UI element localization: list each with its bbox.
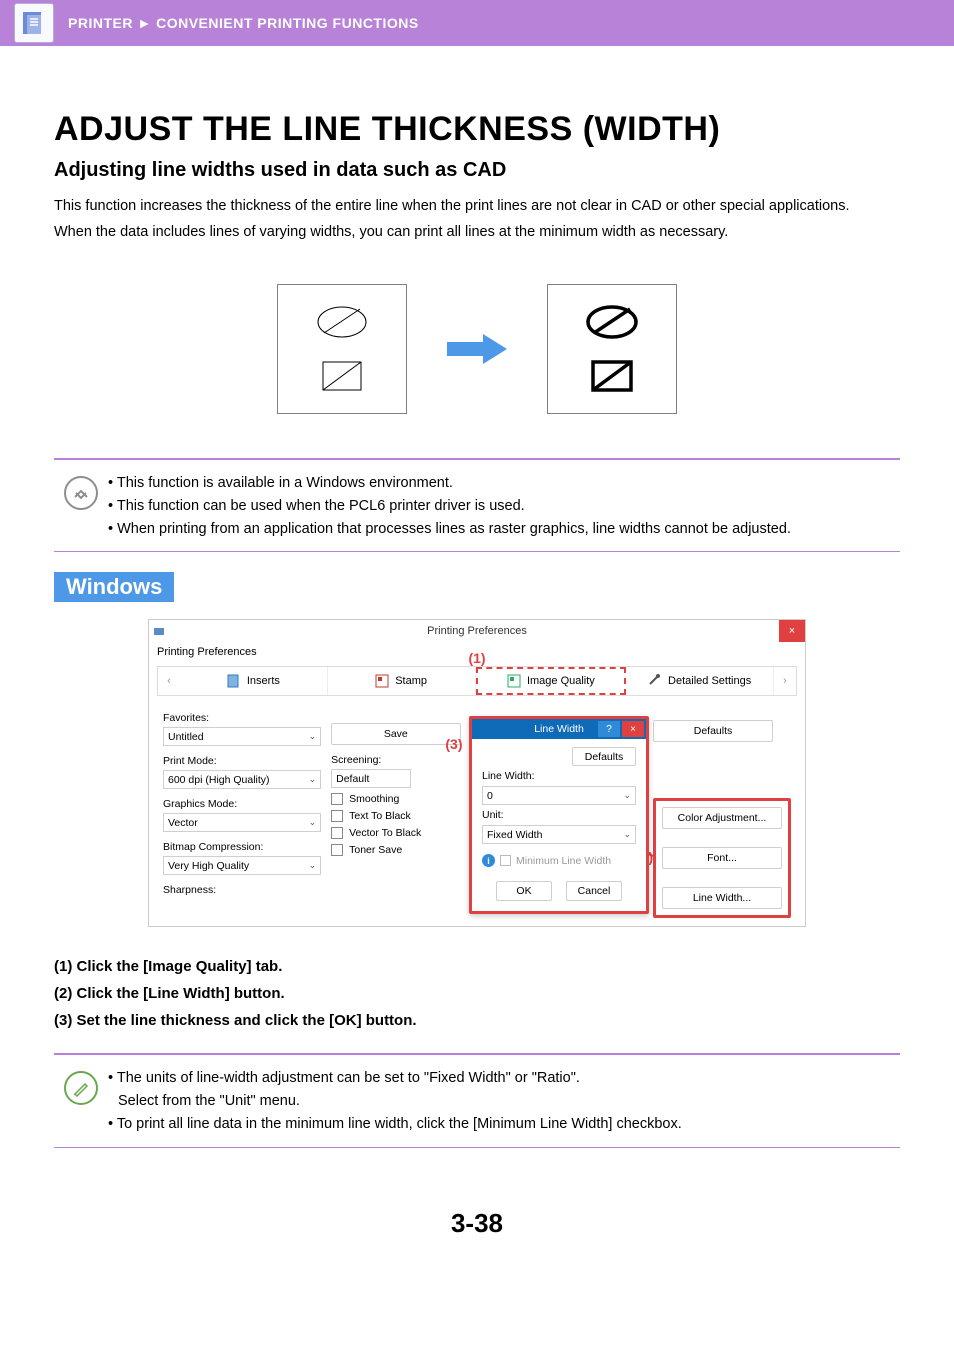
callout-3: (3): [445, 736, 462, 752]
popup-title-text: Line Width: [472, 723, 646, 735]
breadcrumb: PRINTER ► CONVENIENT PRINTING FUNCTIONS: [68, 15, 419, 31]
popup-unit-select[interactable]: Fixed Width⌄: [482, 825, 636, 844]
cancel-button[interactable]: Cancel: [566, 881, 622, 901]
breadcrumb-section: PRINTER: [68, 15, 133, 31]
os-section-label: Windows: [54, 572, 174, 602]
breadcrumb-subsection: CONVENIENT PRINTING FUNCTIONS: [156, 15, 419, 31]
vector-to-black-checkbox[interactable]: Vector To Black: [331, 827, 460, 839]
printer-section-icon: [14, 3, 54, 43]
divider: [54, 458, 900, 460]
diagram-after: [547, 284, 677, 414]
tab-strip: ‹ Inserts Stamp Image Quality: [157, 666, 797, 696]
toner-save-checkbox[interactable]: Toner Save: [331, 844, 460, 856]
chevron-down-icon: ⌄: [309, 774, 317, 785]
color-adjustment-button[interactable]: Color Adjustment...: [662, 807, 782, 829]
window-title-text: Printing Preferences: [427, 625, 527, 637]
bitmap-compression-label: Bitmap Compression:: [163, 841, 321, 853]
sharpness-label: Sharpness:: [163, 884, 321, 896]
window-titlebar: Printing Preferences ×: [149, 620, 805, 642]
callout-1: (1): [468, 650, 485, 666]
favorites-label: Favorites:: [163, 712, 321, 724]
chevron-down-icon: ⌄: [309, 860, 317, 871]
note-item-continued: Select from the "Unit" menu.: [108, 1090, 682, 1113]
page-number: 3-38: [54, 1208, 900, 1239]
chevron-down-icon: ⌄: [623, 829, 631, 840]
print-mode-select[interactable]: 600 dpi (High Quality)⌄: [163, 770, 321, 789]
minimum-line-width-checkbox[interactable]: i Minimum Line Width: [482, 854, 636, 867]
graphics-mode-label: Graphics Mode:: [163, 798, 321, 810]
note-item: • This function is available in a Window…: [108, 472, 791, 495]
image-quality-icon: [507, 674, 521, 688]
pencil-note-icon: [64, 1071, 98, 1105]
tab-image-quality[interactable]: Image Quality: [476, 667, 627, 695]
prohibit-note-icon: [64, 476, 98, 510]
text-to-black-checkbox[interactable]: Text To Black: [331, 810, 460, 822]
intro-paragraph-1: This function increases the thickness of…: [54, 196, 900, 218]
divider: [54, 551, 900, 552]
note-item: • To print all line data in the minimum …: [108, 1113, 682, 1136]
line-width-button[interactable]: Line Width...: [662, 887, 782, 909]
note-item: • This function can be used when the PCL…: [108, 495, 791, 518]
bottom-notes: • The units of line-width adjustment can…: [54, 1065, 900, 1137]
popup-titlebar: Line Width ? ×: [472, 719, 646, 739]
line-width-popup: Line Width ? × Defaults Line Width: 0⌄ U…: [469, 716, 649, 914]
chevron-down-icon: ⌄: [623, 790, 631, 801]
popup-line-width-select[interactable]: 0⌄: [482, 786, 636, 805]
info-icon: i: [482, 854, 495, 867]
top-notes: • This function is available in a Window…: [54, 470, 900, 542]
close-icon[interactable]: ×: [779, 620, 805, 642]
intro-paragraph-2: When the data includes lines of varying …: [54, 222, 900, 244]
diagram-before: [277, 284, 407, 414]
line-thickness-diagram: [54, 284, 900, 414]
page-header: PRINTER ► CONVENIENT PRINTING FUNCTIONS: [0, 0, 954, 46]
print-mode-label: Print Mode:: [163, 755, 321, 767]
popup-defaults-button[interactable]: Defaults: [572, 747, 636, 766]
bitmap-compression-select[interactable]: Very High Quality⌄: [163, 856, 321, 875]
printing-preferences-window: Printing Preferences × Printing Preferen…: [149, 620, 805, 926]
inserts-icon: [227, 674, 241, 688]
font-button[interactable]: Font...: [662, 847, 782, 869]
step-list: (1) Click the [Image Quality] tab. (2) C…: [54, 958, 900, 1029]
tabs-prev-icon[interactable]: ‹: [158, 667, 180, 695]
arrow-right-icon: [447, 332, 507, 366]
divider: [54, 1053, 900, 1055]
tab-stamp[interactable]: Stamp: [328, 667, 476, 695]
ok-button[interactable]: OK: [496, 881, 552, 901]
popup-line-width-label: Line Width:: [482, 770, 636, 782]
chevron-down-icon: ⌄: [309, 731, 317, 742]
chevron-down-icon: ⌄: [309, 817, 317, 828]
note-item: • When printing from an application that…: [108, 518, 791, 541]
tab-detailed-settings[interactable]: Detailed Settings: [626, 667, 774, 695]
screening-label: Screening:: [331, 754, 460, 766]
graphics-mode-select[interactable]: Vector⌄: [163, 813, 321, 832]
window-icon: [153, 625, 165, 637]
tabs-next-icon[interactable]: ›: [774, 667, 796, 695]
page-title: ADJUST THE LINE THICKNESS (WIDTH): [54, 110, 900, 149]
detailed-settings-icon: [648, 674, 662, 688]
breadcrumb-arrow-icon: ►: [137, 15, 151, 31]
smoothing-checkbox[interactable]: Smoothing: [331, 793, 460, 805]
tab-inserts[interactable]: Inserts: [180, 667, 328, 695]
divider: [54, 1147, 900, 1148]
page-subtitle: Adjusting line widths used in data such …: [54, 159, 900, 182]
step-1: (1) Click the [Image Quality] tab.: [54, 958, 900, 975]
save-button[interactable]: Save: [331, 723, 460, 745]
step-2: (2) Click the [Line Width] button.: [54, 985, 900, 1002]
defaults-button[interactable]: Defaults: [653, 720, 773, 742]
highlighted-right-buttons: Color Adjustment... (2) Font... Line Wid…: [653, 798, 791, 918]
favorites-select[interactable]: Untitled⌄: [163, 727, 321, 746]
stamp-icon: [375, 674, 389, 688]
step-3: (3) Set the line thickness and click the…: [54, 1012, 900, 1029]
popup-unit-label: Unit:: [482, 809, 636, 821]
note-item: • The units of line-width adjustment can…: [108, 1067, 682, 1090]
screening-select[interactable]: Default: [331, 769, 411, 788]
